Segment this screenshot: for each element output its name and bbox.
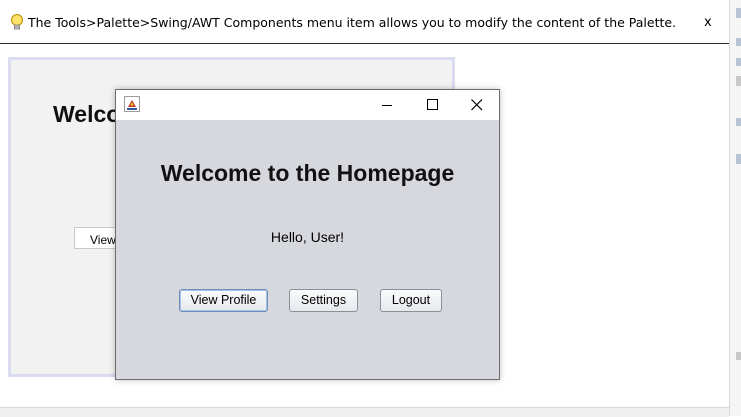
side-panel-edge — [729, 0, 741, 416]
minimize-button[interactable] — [365, 90, 409, 120]
hint-close-button[interactable]: x — [704, 15, 712, 30]
palette-hint-bar: The Tools>Palette>Swing/AWT Components m… — [0, 0, 729, 44]
preview-window: Welcome to the Homepage Hello, User! Vie… — [115, 89, 500, 380]
page-title: Welcome to the Homepage — [160, 160, 455, 186]
lightbulb-icon — [11, 14, 23, 30]
settings-button[interactable]: Settings — [289, 289, 358, 312]
close-icon — [471, 99, 483, 111]
close-button[interactable] — [455, 90, 499, 120]
design-title-label[interactable]: Welco — [53, 101, 120, 128]
greeting-label: Hello, User! — [270, 229, 345, 245]
minimize-icon — [382, 105, 392, 106]
window-titlebar[interactable] — [116, 90, 499, 120]
view-profile-button[interactable]: View Profile — [179, 289, 268, 312]
maximize-icon — [427, 99, 438, 110]
hint-text: The Tools>Palette>Swing/AWT Components m… — [28, 15, 677, 30]
java-app-icon — [124, 96, 140, 112]
maximize-button[interactable] — [410, 90, 454, 120]
logout-button[interactable]: Logout — [380, 289, 442, 312]
